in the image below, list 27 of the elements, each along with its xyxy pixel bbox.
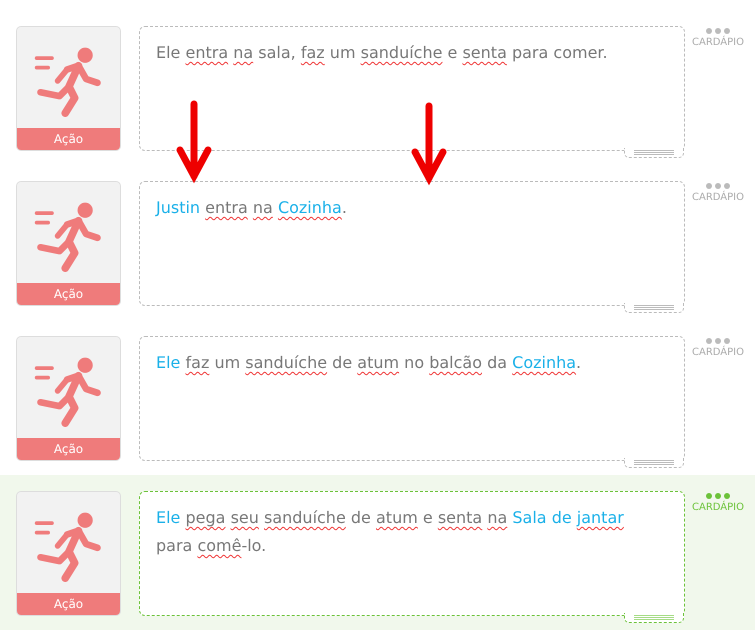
sentence-text: Ele faz um sanduíche de atum no balcão da Cozinha. xyxy=(156,352,582,374)
text-box[interactable]: Ele pega seu sanduíche de atum e senta na Sala de jantar para comê-lo. xyxy=(139,491,685,616)
list-row[interactable]: Ação Ele pega seu sanduíche de atum e senta na Sala de jantar para comê-lo. CARDÁPIO xyxy=(0,475,755,630)
action-card[interactable]: Ação xyxy=(16,181,121,306)
action-card[interactable]: Ação xyxy=(16,336,121,461)
sentence-text: Ele pega seu sanduíche de atum e senta na Sala de jantar para comê-lo. xyxy=(156,507,625,557)
action-card[interactable]: Ação xyxy=(16,26,121,151)
resize-handle[interactable] xyxy=(624,148,684,158)
menu-button[interactable]: CARDÁPIO xyxy=(685,338,751,358)
action-label: Ação xyxy=(17,128,120,150)
text-box[interactable]: Justin entra na Cozinha. xyxy=(139,181,685,306)
action-label: Ação xyxy=(17,283,120,305)
action-card[interactable]: Ação xyxy=(16,491,121,616)
resize-handle[interactable] xyxy=(624,458,684,468)
action-label: Ação xyxy=(17,593,120,615)
action-label: Ação xyxy=(17,438,120,460)
menu-button[interactable]: CARDÁPIO xyxy=(685,183,751,203)
sentence-text: Justin entra na Cozinha. xyxy=(156,197,348,219)
text-box[interactable]: Ele entra na sala, faz um sanduíche e senta para comer. xyxy=(139,26,685,151)
text-box[interactable]: Ele faz um sanduíche de atum no balcão da Cozinha. xyxy=(139,336,685,461)
resize-handle[interactable] xyxy=(624,303,684,313)
resize-handle[interactable] xyxy=(624,613,684,623)
sentence-text: Ele entra na sala, faz um sanduíche e senta para comer. xyxy=(156,42,609,64)
list-row[interactable]: Ação Ele faz um sanduíche de atum no balcão da Cozinha. CARDÁPIO xyxy=(0,320,755,475)
menu-button[interactable]: CARDÁPIO xyxy=(685,28,751,48)
list-row[interactable]: Ação Ele entra na sala, faz um sanduíche e senta para comer. CARDÁPIO xyxy=(0,10,755,165)
list-row[interactable]: Ação Justin entra na Cozinha. CARDÁPIO xyxy=(0,165,755,320)
